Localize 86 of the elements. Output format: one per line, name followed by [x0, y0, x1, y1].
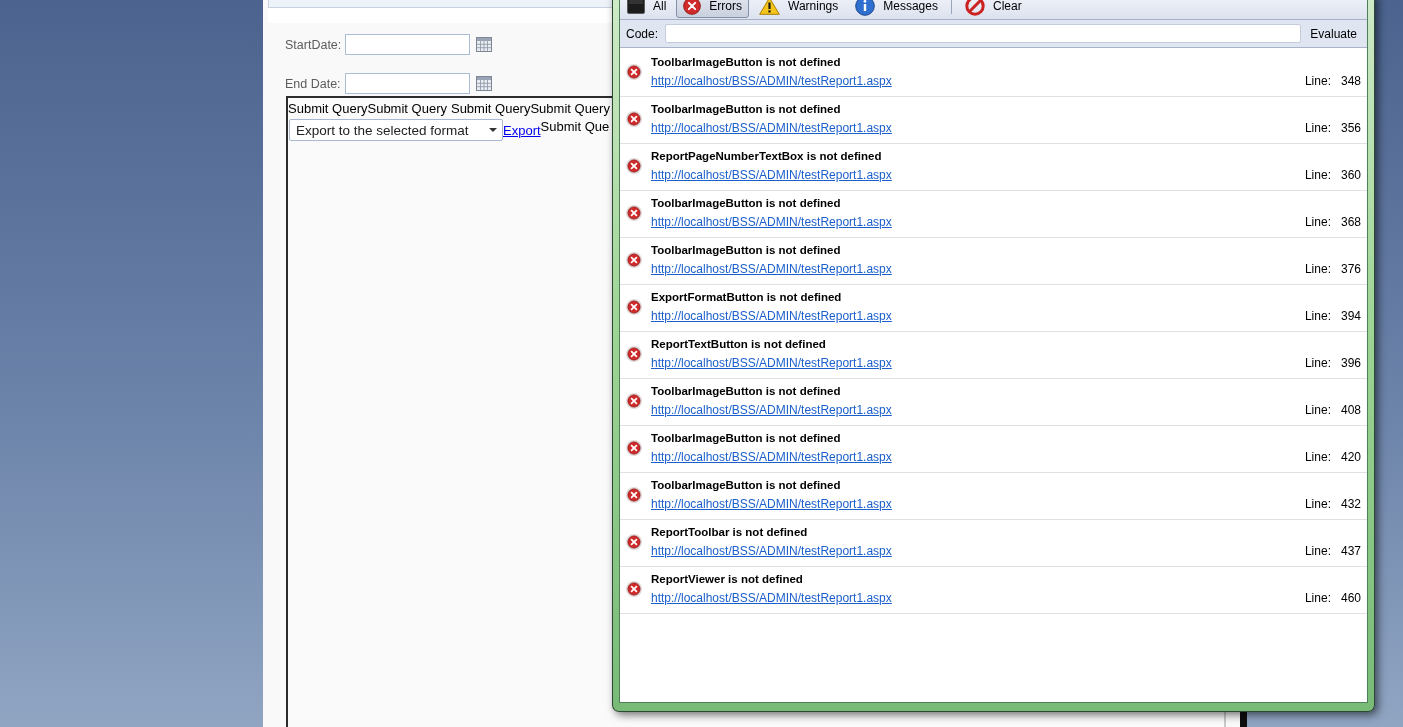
source-link[interactable]: http://localhost/BSS/ADMIN/testReport1.aspx	[651, 168, 892, 183]
filter-button[interactable]: Warnings	[752, 0, 846, 18]
error-message: ExportFormatButton is not defined	[651, 290, 843, 305]
error-message: ReportViewer is not defined	[651, 572, 804, 587]
error-icon	[626, 393, 642, 409]
error-icon	[626, 158, 642, 174]
error-message: ToolbarImageButton is not defined	[651, 431, 842, 446]
line-label: Line:	[1304, 262, 1331, 277]
line-label: Line:	[1304, 121, 1331, 136]
info-icon	[855, 0, 876, 16]
line-label: Line:	[1304, 356, 1331, 371]
error-icon	[626, 252, 642, 268]
clear-button[interactable]: Clear	[957, 0, 1029, 18]
line-number: 348	[1340, 74, 1361, 89]
source-link[interactable]: http://localhost/BSS/ADMIN/testReport1.aspx	[651, 121, 892, 136]
line-label: Line:	[1304, 403, 1331, 418]
error-icon	[626, 64, 642, 80]
source-link[interactable]: http://localhost/BSS/ADMIN/testReport1.aspx	[651, 497, 892, 512]
filter-button[interactable]: All	[620, 0, 674, 18]
submit-button[interactable]: Submit Query	[450, 101, 531, 116]
submit-button[interactable]: Submit Que	[540, 119, 610, 134]
evaluate-button[interactable]: Evaluate	[1310, 26, 1357, 41]
error-icon	[626, 581, 642, 597]
line-label: Line:	[1304, 309, 1331, 324]
error-icon	[626, 111, 642, 127]
line-number: 368	[1340, 215, 1361, 230]
line-label: Line:	[1304, 450, 1331, 465]
date-field[interactable]	[345, 34, 471, 55]
line-label: Line:	[1304, 591, 1331, 606]
code-field[interactable]	[665, 24, 1302, 43]
line-label: Line:	[1304, 497, 1331, 512]
calendar-icon	[476, 37, 493, 52]
source-link[interactable]: http://localhost/BSS/ADMIN/testReport1.aspx	[651, 74, 892, 89]
line-number: 408	[1340, 403, 1361, 418]
filter-button[interactable]: Messages	[848, 0, 945, 18]
submit-button[interactable]: Submit Query	[530, 101, 610, 116]
line-label: Line:	[1304, 74, 1331, 89]
filter-button[interactable]: Errors	[676, 0, 749, 18]
source-link[interactable]: http://localhost/BSS/ADMIN/testReport1.aspx	[651, 356, 892, 371]
error-icon	[626, 487, 642, 503]
error-message: ReportPageNumberTextBox is not defined	[651, 149, 883, 164]
line-number: 396	[1340, 356, 1361, 371]
calendar-icon	[475, 76, 492, 91]
error-icon	[626, 534, 642, 550]
line-number: 394	[1340, 309, 1361, 324]
error-icon	[626, 205, 642, 221]
line-number: 432	[1340, 497, 1361, 512]
line-label: Line:	[1304, 215, 1331, 230]
source-link[interactable]: http://localhost/BSS/ADMIN/testReport1.aspx	[651, 450, 892, 465]
error-message: ToolbarImageButton is not defined	[651, 243, 842, 258]
line-number: 460	[1340, 591, 1361, 606]
line-number: 437	[1340, 544, 1361, 559]
no-entry-icon	[964, 0, 985, 16]
source-link[interactable]: http://localhost/BSS/ADMIN/testReport1.aspx	[651, 591, 892, 606]
source-link[interactable]: http://localhost/BSS/ADMIN/testReport1.aspx	[651, 309, 892, 324]
error-message: ToolbarImageButton is not defined	[651, 384, 842, 399]
error-message: ToolbarImageButton is not defined	[651, 478, 842, 493]
caret-icon	[489, 128, 497, 132]
line-number: 376	[1340, 262, 1361, 277]
format-select[interactable]: Export to the selected format	[289, 119, 503, 141]
warning-icon	[759, 0, 780, 15]
submit-button[interactable]: Submit Query	[288, 101, 368, 116]
line-label: Line:	[1304, 168, 1331, 183]
error-message: ToolbarImageButton is not defined	[651, 196, 842, 211]
source-link[interactable]: http://localhost/BSS/ADMIN/testReport1.aspx	[651, 262, 892, 277]
error-icon	[626, 346, 642, 362]
source-link[interactable]: http://localhost/BSS/ADMIN/testReport1.aspx	[651, 544, 892, 559]
source-link[interactable]: http://localhost/BSS/ADMIN/testReport1.aspx	[651, 403, 892, 418]
export-link[interactable]: Export	[503, 123, 541, 138]
error-message: ToolbarImageButton is not defined	[651, 102, 842, 117]
submit-button[interactable]: Submit Query	[367, 101, 447, 116]
error-message: ToolbarImageButton is not defined	[651, 55, 842, 70]
line-number: 420	[1340, 450, 1361, 465]
error-message: ReportTextButton is not defined	[651, 337, 827, 352]
date-field[interactable]	[344, 73, 470, 94]
field-label: End Date:	[285, 75, 341, 92]
field-label: StartDate:	[285, 36, 342, 53]
error-icon	[626, 299, 642, 315]
code-label: Code:	[626, 26, 659, 41]
error-icon	[626, 440, 642, 456]
source-link[interactable]: http://localhost/BSS/ADMIN/testReport1.aspx	[651, 215, 892, 230]
line-number: 356	[1340, 121, 1361, 136]
error-icon	[683, 0, 702, 15]
line-number: 360	[1340, 168, 1361, 183]
error-message: ReportToolbar is not defined	[651, 525, 809, 540]
line-label: Line:	[1304, 544, 1331, 559]
